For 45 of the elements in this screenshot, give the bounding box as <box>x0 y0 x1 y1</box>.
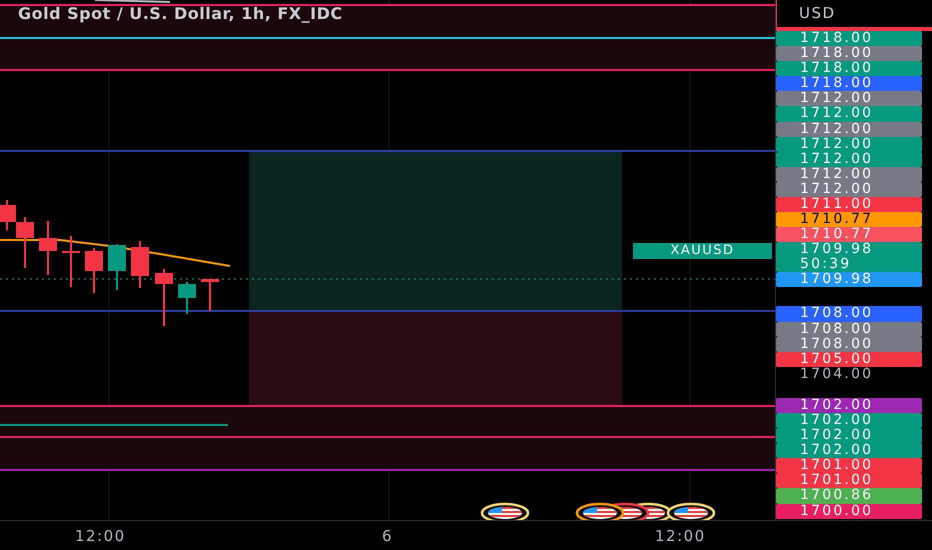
price-label: 1702.00 <box>776 412 922 428</box>
time-label: 12:00 <box>655 527 706 545</box>
price-label: 1702.00 <box>776 428 922 444</box>
time-label: 12:00 <box>75 527 126 545</box>
price-label: 1712.00 <box>776 91 922 106</box>
candle <box>85 248 103 293</box>
price-label: 1705.00 <box>776 352 922 367</box>
candle <box>155 269 173 326</box>
price-label: 1709.98 <box>776 272 922 288</box>
candle <box>201 279 219 311</box>
price-label: 1700.00 <box>776 504 922 519</box>
price-label: 1710.77 <box>776 212 922 228</box>
candle <box>131 241 149 288</box>
price-label: 1702.00 <box>776 443 922 458</box>
flag-icons[interactable] <box>576 502 672 520</box>
candle <box>178 282 196 314</box>
price-label: 1712.00 <box>776 182 922 198</box>
price-label: 1712.00 <box>776 122 922 137</box>
price-label: 1702.00 <box>776 398 922 413</box>
candle <box>62 236 80 287</box>
candle <box>108 244 126 290</box>
price-label: 1712.00 <box>776 152 922 167</box>
price-label: 1704.00 <box>799 366 874 382</box>
flag-icon[interactable] <box>666 502 716 520</box>
price-label: 1718.00 <box>776 76 922 92</box>
price-label: 1712.00 <box>776 166 922 182</box>
time-label: 6 <box>382 527 394 545</box>
price-label: 1712.00 <box>776 106 922 122</box>
price-label: 1708.00 <box>776 306 922 322</box>
candle <box>39 221 57 275</box>
price-label: 1718.00 <box>776 46 922 62</box>
price-label: 1718.00 <box>776 31 922 46</box>
price-label: 1708.00 <box>776 336 922 352</box>
price-label: 1710.77 <box>776 227 922 242</box>
price-label: 1708.00 <box>776 322 922 337</box>
price-label: 1711.00 <box>776 197 922 212</box>
price-label: 1701.00 <box>776 458 922 474</box>
price-label: 1701.00 <box>776 473 922 488</box>
flag-icon[interactable] <box>480 502 530 520</box>
price-label: 1709.98 50:39 <box>776 242 922 272</box>
price-label: 1712.00 <box>776 136 922 152</box>
price-label: 1718.00 <box>776 61 922 76</box>
chart-title: Gold Spot / U.S. Dollar, 1h, FX_IDC <box>18 4 343 23</box>
symbol-tag: XAUUSD <box>633 243 772 259</box>
price-label: 1700.86 <box>776 488 922 504</box>
